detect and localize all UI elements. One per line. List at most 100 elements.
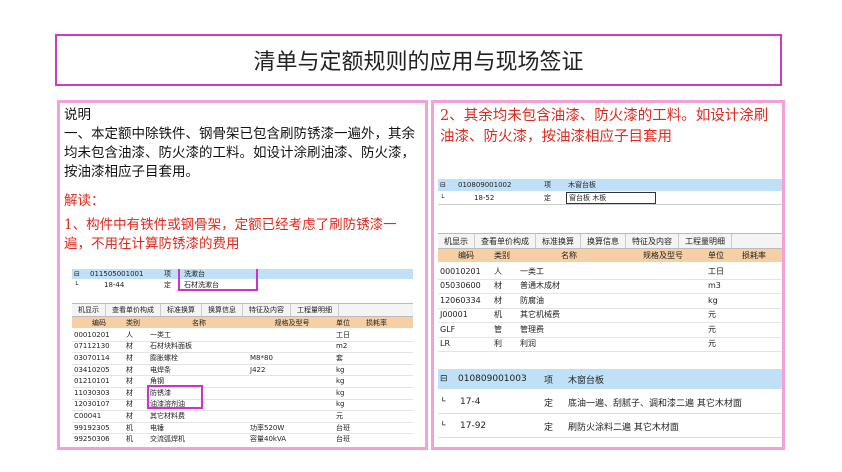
table-cell: 99250306	[74, 435, 110, 444]
table-cell: 材	[494, 281, 502, 291]
tab-standard-conversion[interactable]: 标准换算	[161, 304, 202, 316]
table-cell: 交流弧焊机	[150, 435, 185, 444]
tree-branch-icon: └	[440, 421, 446, 431]
table-cell: kg	[708, 295, 718, 305]
table-cell: 管理费	[520, 324, 544, 334]
highlight-box	[147, 385, 203, 409]
table-cell: 刷防火涂料二遍 其它木材面	[568, 422, 679, 433]
table-cell: m2	[336, 342, 348, 351]
note-paragraph: 一、本定额中除铁件、钢骨架已包含刷防锈漆一遍外，其余均未包含油漆、防火漆的工料。…	[64, 126, 415, 180]
table-row[interactable]: J00001 机 其它机械费 元	[438, 308, 782, 323]
table-cell: 材	[126, 388, 133, 397]
table-cell: 元	[708, 324, 716, 334]
note-heading: 说明	[64, 107, 91, 123]
table-cell: 工日	[708, 266, 724, 276]
interpretation-label: 解读：	[64, 193, 105, 209]
table-cell: kg	[336, 388, 345, 397]
table-cell: 利润	[520, 339, 536, 349]
table-cell: 05030600	[440, 281, 481, 291]
table-cell: 防腐油	[520, 295, 544, 305]
table-row[interactable]: 99250306 机 交流弧焊机 容量40kVA 台班	[72, 433, 413, 445]
table-cell: 材	[126, 411, 133, 420]
collapse-icon: ⊟	[74, 270, 80, 278]
tab-bar: 机显示 查看单价构成 标准换算 换算信息 特征及内容 工程量明细	[72, 303, 413, 317]
table-row[interactable]: 05030600 材 普通木成材 m3	[438, 279, 782, 294]
table-cell: 17-92	[460, 421, 487, 431]
table-cell: 人	[494, 266, 502, 276]
table-cell: 材	[126, 353, 133, 362]
table-cell: 00010201	[440, 266, 481, 276]
table-cell: 其它材料费	[150, 411, 185, 420]
tab-quantity-details[interactable]: 工程量明细	[291, 304, 339, 316]
table-cell: LR	[440, 339, 451, 349]
table-cell: 元	[708, 339, 716, 349]
table-row[interactable]: LR 利 利润 元	[438, 337, 782, 352]
tab-unit-price[interactable]: 查看单价构成	[106, 304, 161, 316]
tree-branch-icon: └	[440, 397, 446, 407]
table-row[interactable]: GLF 管 管理费 元	[438, 322, 782, 338]
table-cell: 机	[126, 435, 133, 444]
table-cell: 材	[126, 365, 133, 374]
table-cell: 99192305	[74, 423, 110, 432]
tab-quantity-details[interactable]: 工程量明细	[679, 234, 732, 248]
table-row[interactable]: 00010201 人 一类工 工日	[438, 264, 782, 280]
table-cell: 机	[126, 423, 133, 432]
table-cell: 台班	[336, 423, 350, 432]
tab-machine-display[interactable]: 机显示	[438, 234, 475, 248]
table-cell: 材	[126, 377, 133, 386]
table-cell: 03410205	[74, 365, 110, 374]
table-row[interactable]: 12060334 材 防腐油 kg	[438, 293, 782, 309]
tab-conversion-info[interactable]: 换算信息	[581, 234, 626, 248]
table-cell: 工日	[336, 330, 350, 339]
table-cell: 定	[544, 398, 554, 409]
tree-row-quota: └ 18-52 定 窗台板 木板	[438, 191, 782, 205]
tab-bar: 机显示 查看单价构成 标准换算 换算信息 特征及内容 工程量明细	[438, 233, 782, 249]
table-cell: J422	[250, 365, 266, 374]
interpretation-point-2: 2、其余均未包含油漆、防火漆的工料。如设计涂刷油漆、防火漆，按油漆相应子目套用	[440, 108, 769, 145]
table-header: 编码 类别 名称 规格及型号 单位 损耗率	[72, 317, 413, 328]
table-cell: 容量40kVA	[250, 435, 287, 444]
tab-unit-price[interactable]: 查看单价构成	[475, 234, 536, 248]
tab-conversion-info[interactable]: 换算信息	[202, 304, 243, 316]
table-cell: 元	[336, 411, 343, 420]
table-cell: 电锤	[150, 423, 164, 432]
collapse-icon: ⊟	[440, 181, 446, 189]
tab-standard-conversion[interactable]: 标准换算	[536, 234, 581, 248]
tree-row-item: ⊟ 010809001003 项 木窗台板	[438, 369, 782, 389]
table-cell: 材	[126, 342, 133, 351]
software-screenshot-right-top: ⊟ 010809001002 项 木窗台板 └ 18-52 定 窗台板 木板 机…	[438, 179, 782, 357]
table-cell: 人	[126, 330, 133, 339]
page-title: 清单与定额规则的应用与现场签证	[55, 34, 782, 86]
table-cell: 利	[494, 339, 502, 349]
table-cell: 材	[494, 295, 502, 305]
tree-row-item: ⊟ 010809001002 项 木窗台板	[438, 179, 782, 191]
table-cell: 元	[708, 310, 716, 320]
table-cell: 一类工	[150, 330, 171, 339]
table-cell: 07112130	[74, 342, 110, 351]
table-cell: 11030303	[74, 388, 110, 397]
table-cell: 材	[126, 400, 133, 409]
table-cell: M8*80	[250, 353, 273, 362]
table-cell: m3	[708, 281, 721, 291]
tab-features[interactable]: 特征及内容	[243, 304, 291, 316]
table-cell: 套	[336, 353, 343, 362]
right-panel: 2、其余均未包含油漆、防火漆的工料。如设计涂刷油漆、防火漆，按油漆相应子目套用 …	[431, 100, 785, 450]
table-row[interactable]: └ 17-4 定 底油一遍、刮腻子、调和漆二遍 其它木材面	[438, 391, 782, 414]
software-screenshot-left: ⊟ 011505001001 项 洗漱台 └ 18-44 定 石材洗漱台 机显示…	[72, 269, 413, 445]
table-cell: 管	[494, 324, 502, 334]
table-cell: 12060334	[440, 295, 481, 305]
table-cell: 电焊条	[150, 365, 171, 374]
table-cell: 功率520W	[250, 423, 285, 432]
table-cell: 01210101	[74, 377, 110, 386]
table-cell: C00041	[74, 411, 102, 420]
table-cell: 定	[544, 422, 554, 433]
table-cell: 台班	[336, 435, 350, 444]
table-row[interactable]: └ 17-92 定 刷防火涂料二遍 其它木材面	[438, 415, 782, 438]
tab-features[interactable]: 特征及内容	[626, 234, 679, 248]
table-cell: GLF	[440, 324, 456, 334]
tab-machine-display[interactable]: 机显示	[72, 304, 106, 316]
table-cell: 00010201	[74, 330, 110, 339]
table-cell: 其它机械费	[520, 310, 560, 320]
table-cell: 一类工	[520, 266, 544, 276]
table-cell: 17-4	[460, 397, 481, 407]
